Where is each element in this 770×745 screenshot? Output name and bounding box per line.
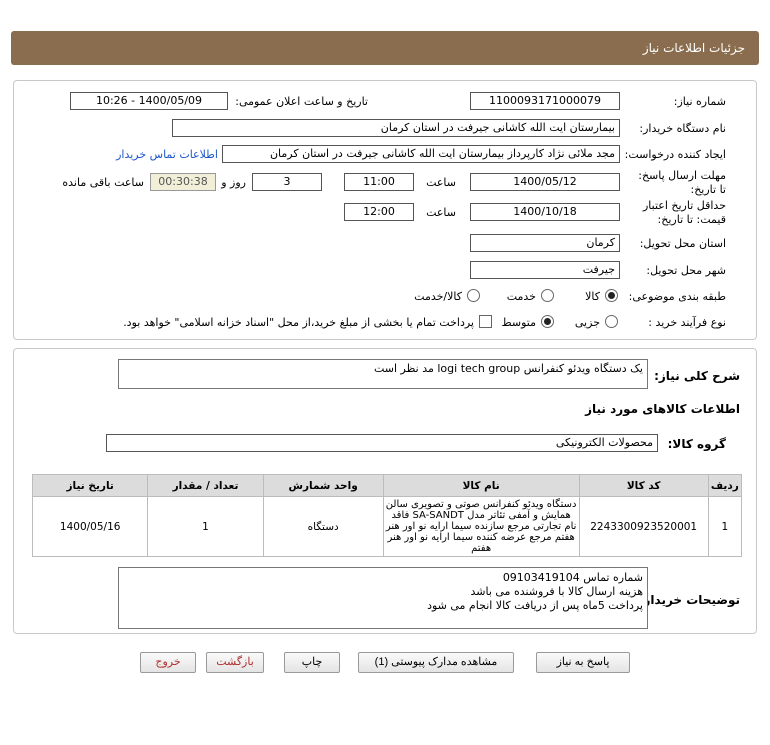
buyer-notes-field: شماره تماس 09103419104 هزینه ارسال کالا … xyxy=(118,567,648,629)
days-field: 3 xyxy=(252,173,322,191)
process-radio-minor[interactable] xyxy=(605,315,618,328)
process-option-minor: جزیی xyxy=(574,316,600,329)
need-number-field: 1100093171000079 xyxy=(470,92,620,110)
col-row: ردیف xyxy=(707,474,743,497)
col-date: تاریخ نیاز xyxy=(31,474,149,497)
buyer-org-field: بیمارستان ایت الله کاشانی جیرفت در استان… xyxy=(172,119,620,137)
remaining-label: ساعت باقی مانده xyxy=(62,176,144,189)
page-title-bar: جزئیات اطلاعات نیاز xyxy=(11,31,759,65)
cell-code: 2243300923520001 xyxy=(578,496,709,557)
deadline-time-label: ساعت xyxy=(426,176,456,189)
goods-group-field: محصولات الکترونیکی xyxy=(106,434,658,452)
col-name: نام کالا xyxy=(382,474,580,497)
view-attachments-button[interactable]: مشاهده مدارک پیوستی (1) xyxy=(358,652,514,673)
category-radio-service[interactable] xyxy=(541,289,554,302)
reply-button[interactable]: پاسخ به نیاز xyxy=(536,652,630,673)
treasury-payment-checkbox[interactable] xyxy=(479,315,492,328)
need-details-panel: شرح کلی نیاز: یک دستگاه ویدئو کنفرانس lo… xyxy=(13,348,757,634)
buyer-note-line: شماره تماس 09103419104 xyxy=(502,571,643,584)
cell-unit: دستگاه xyxy=(262,496,384,557)
city-field: جیرفت xyxy=(470,261,620,279)
deadline-date-field: 1400/05/12 xyxy=(470,173,620,191)
cell-date: 1400/05/16 xyxy=(31,496,149,557)
deadline-time-field: 11:00 xyxy=(344,173,414,191)
buyer-contact-link[interactable]: اطلاعات تماس خریدار xyxy=(116,148,218,161)
validity-time-field: 12:00 xyxy=(344,203,414,221)
category-option-goods-service: کالا/خدمت xyxy=(414,290,462,303)
deadline-label: مهلت ارسال پاسخ: تا تاریخ: xyxy=(638,169,726,196)
province-field: کرمان xyxy=(470,234,620,252)
need-number-label: شماره نیاز: xyxy=(673,95,726,108)
validity-label: حداقل تاریخ اعتبار قیمت: تا تاریخ: xyxy=(642,199,726,226)
category-option-service: خدمت xyxy=(506,290,536,303)
table-row: 1 2243300923520001 دستگاه ویدئو کنفرانس … xyxy=(31,496,743,557)
col-qty: تعداد / مقدار xyxy=(147,474,264,497)
category-option-goods: کالا xyxy=(585,290,600,303)
page-title: جزئیات اطلاعات نیاز xyxy=(642,41,745,55)
category-radio-goods-service[interactable] xyxy=(467,289,480,302)
category-radio-goods[interactable] xyxy=(605,289,618,302)
goods-group-label: گروه کالا: xyxy=(667,437,726,451)
col-code: کد کالا xyxy=(578,474,709,497)
announce-field: 1400/05/09 - 10:26 xyxy=(70,92,228,110)
category-label: طبقه بندی موضوعی: xyxy=(628,290,726,303)
goods-table: ردیف کد کالا نام کالا واحد شمارش تعداد /… xyxy=(31,474,743,557)
creator-label: ایجاد کننده درخواست: xyxy=(624,148,726,161)
treasury-payment-note: پرداخت تمام یا بخشی از مبلغ خرید،از محل … xyxy=(123,316,474,329)
buyer-note-line: هزینه ارسال کالا با فروشنده می باشد xyxy=(470,585,643,598)
buyer-note-line: پرداخت 5ماه پس از دریافت کالا انجام می ش… xyxy=(427,599,643,612)
process-label: نوع فرآیند خرید : xyxy=(648,316,726,329)
exit-button[interactable]: خروج xyxy=(140,652,196,673)
goods-info-title: اطلاعات کالاهای مورد نیاز xyxy=(585,402,740,416)
cell-qty: 1 xyxy=(147,496,264,557)
back-button[interactable]: بازگشت xyxy=(206,652,264,673)
print-button[interactable]: چاپ xyxy=(284,652,340,673)
buyer-notes-label: توضیحات خریدار: xyxy=(638,593,740,607)
summary-field: یک دستگاه ویدئو کنفرانس logi tech group … xyxy=(118,359,648,389)
process-radio-medium[interactable] xyxy=(541,315,554,328)
cell-name: دستگاه ویدئو کنفرانس صوتی و تصویری سالن … xyxy=(382,496,580,557)
days-label: روز و xyxy=(221,176,246,189)
col-unit: واحد شمارش xyxy=(262,474,384,497)
province-label: استان محل تحویل: xyxy=(639,237,726,250)
validity-date-field: 1400/10/18 xyxy=(470,203,620,221)
city-label: شهر محل تحویل: xyxy=(646,264,726,277)
summary-label: شرح کلی نیاز: xyxy=(654,369,740,383)
need-info-panel: شماره نیاز: 1100093171000079 تاریخ و ساع… xyxy=(13,80,757,340)
validity-time-label: ساعت xyxy=(426,206,456,219)
goods-table-header: ردیف کد کالا نام کالا واحد شمارش تعداد /… xyxy=(31,474,743,497)
remaining-time-field: 00:30:38 xyxy=(150,173,216,191)
buyer-org-label: نام دستگاه خریدار: xyxy=(639,122,726,135)
process-option-medium: متوسط xyxy=(501,316,536,329)
creator-field: مجد ملائی نژاد کارپرداز بیمارستان ایت ال… xyxy=(222,145,620,163)
announce-label: تاریخ و ساعت اعلان عمومی: xyxy=(235,95,368,108)
cell-row: 1 xyxy=(707,496,743,557)
